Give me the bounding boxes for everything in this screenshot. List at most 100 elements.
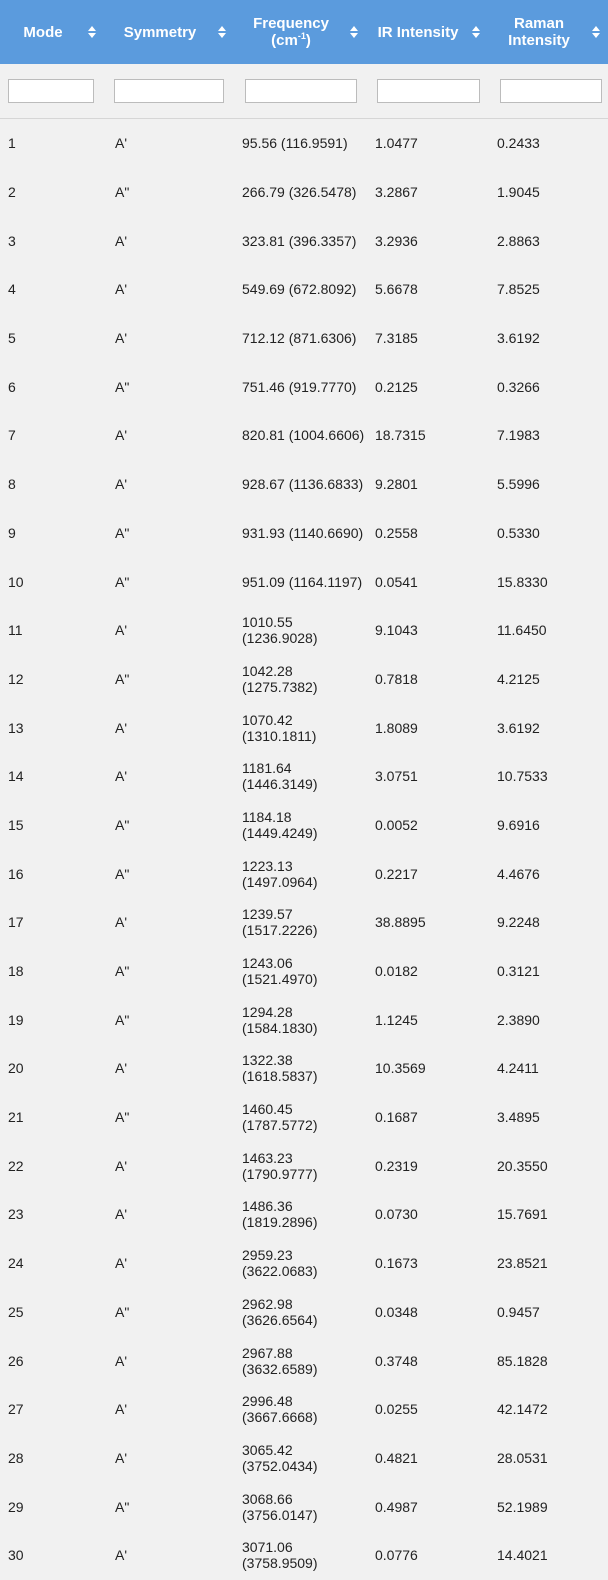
raman-intensity-cell: 1.9045	[497, 184, 540, 201]
ir-intensity-cell: 0.7818	[375, 670, 418, 687]
symmetry-cell: A"	[115, 865, 130, 882]
table-row: 10 A" 951.09 (1164.1197) 0.0541 15.8330	[0, 557, 608, 606]
frequency-cell: 266.79 (326.5478)	[242, 184, 357, 201]
sort-icon[interactable]	[218, 26, 226, 38]
sort-icon[interactable]	[592, 26, 600, 38]
symmetry-cell: A'	[115, 1352, 128, 1369]
filter-cell	[104, 64, 234, 118]
frequency-cell: 2962.98 (3626.6564)	[242, 1295, 318, 1328]
column-header-frequency[interactable]: Frequency (cm-1)	[234, 0, 366, 64]
ir-intensity-cell: 7.3185	[375, 330, 418, 347]
frequency-cell: 3068.66 (3756.0147)	[242, 1490, 318, 1523]
column-header-label: Mode	[23, 23, 63, 41]
column-header-symmetry[interactable]: Symmetry	[104, 0, 234, 64]
frequency-cell: 1070.42 (1310.1811)	[242, 711, 317, 744]
mode-cell: 26	[8, 1352, 24, 1369]
ir-intensity-cell: 0.0348	[375, 1303, 418, 1320]
raman-intensity-cell: 0.3121	[497, 963, 540, 980]
frequency-cell: 1239.57 (1517.2226)	[242, 906, 318, 939]
symmetry-cell: A"	[115, 1303, 130, 1320]
filter-input-frequency[interactable]	[245, 79, 357, 103]
column-header-raman-intensity[interactable]: Raman Intensity	[488, 0, 608, 64]
raman-intensity-cell: 2.8863	[497, 232, 540, 249]
table-row: 19 A" 1294.28 (1584.1830) 1.1245 2.3890	[0, 995, 608, 1044]
filter-input-raman-intensity[interactable]	[500, 79, 602, 103]
mode-cell: 19	[8, 1011, 24, 1028]
mode-cell: 30	[8, 1547, 24, 1564]
mode-cell: 9	[8, 524, 16, 541]
frequency-cell: 751.46 (919.7770)	[242, 378, 357, 395]
mode-cell: 5	[8, 330, 16, 347]
raman-intensity-cell: 14.4021	[497, 1547, 548, 1564]
filter-row	[0, 64, 608, 119]
symmetry-cell: A"	[115, 816, 130, 833]
symmetry-cell: A'	[115, 1206, 128, 1223]
ir-intensity-cell: 0.2558	[375, 524, 418, 541]
ir-intensity-cell: 0.0776	[375, 1547, 418, 1564]
table-row: 13 A' 1070.42 (1310.1811) 1.8089 3.6192	[0, 703, 608, 752]
mode-cell: 25	[8, 1303, 24, 1320]
raman-intensity-cell: 15.8330	[497, 573, 548, 590]
mode-cell: 1	[8, 135, 16, 152]
filter-cell	[0, 64, 104, 118]
filter-input-ir-intensity[interactable]	[377, 79, 480, 103]
mode-cell: 21	[8, 1109, 24, 1126]
frequency-cell: 2996.48 (3667.6668)	[242, 1393, 318, 1426]
raman-intensity-cell: 3.4895	[497, 1109, 540, 1126]
ir-intensity-cell: 0.0052	[375, 816, 418, 833]
symmetry-cell: A'	[115, 427, 128, 444]
mode-cell: 3	[8, 232, 16, 249]
ir-intensity-cell: 0.0255	[375, 1401, 418, 1418]
table-row: 6 A" 751.46 (919.7770) 0.2125 0.3266	[0, 362, 608, 411]
symmetry-cell: A"	[115, 963, 130, 980]
table-row: 20 A' 1322.38 (1618.5837) 10.3569 4.2411	[0, 1044, 608, 1093]
mode-cell: 6	[8, 378, 16, 395]
raman-intensity-cell: 52.1989	[497, 1498, 548, 1515]
column-header-ir-intensity[interactable]: IR Intensity	[366, 0, 488, 64]
mode-cell: 12	[8, 670, 24, 687]
column-header-label: IR Intensity	[377, 23, 459, 41]
raman-intensity-cell: 2.3890	[497, 1011, 540, 1028]
ir-intensity-cell: 0.0541	[375, 573, 418, 590]
ir-intensity-cell: 5.6678	[375, 281, 418, 298]
mode-cell: 23	[8, 1206, 24, 1223]
table-row: 25 A" 2962.98 (3626.6564) 0.0348 0.9457	[0, 1288, 608, 1337]
mode-cell: 7	[8, 427, 16, 444]
table-row: 22 A' 1463.23 (1790.9777) 0.2319 20.3550	[0, 1141, 608, 1190]
symmetry-cell: A'	[115, 476, 128, 493]
raman-intensity-cell: 4.2411	[497, 1060, 539, 1077]
frequency-cell: 931.93 (1140.6690)	[242, 524, 364, 541]
table-row: 4 A' 549.69 (672.8092) 5.6678 7.8525	[0, 265, 608, 314]
sort-icon[interactable]	[350, 26, 358, 38]
frequency-cell: 1010.55 (1236.9028)	[242, 614, 318, 647]
table-row: 2 A" 266.79 (326.5478) 3.2867 1.9045	[0, 168, 608, 217]
symmetry-cell: A'	[115, 330, 128, 347]
symmetry-cell: A'	[115, 1449, 128, 1466]
column-header-mode[interactable]: Mode	[0, 0, 104, 64]
table-row: 27 A' 2996.48 (3667.6668) 0.0255 42.1472	[0, 1385, 608, 1434]
ir-intensity-cell: 38.8895	[375, 914, 426, 931]
symmetry-cell: A"	[115, 524, 130, 541]
symmetry-cell: A'	[115, 1547, 128, 1564]
raman-intensity-cell: 0.2433	[497, 135, 540, 152]
table-row: 29 A" 3068.66 (3756.0147) 0.4987 52.1989	[0, 1482, 608, 1531]
symmetry-cell: A"	[115, 573, 130, 590]
sort-icon[interactable]	[472, 26, 480, 38]
symmetry-cell: A"	[115, 1498, 130, 1515]
frequency-cell: 1322.38 (1618.5837)	[242, 1052, 318, 1085]
sort-icon[interactable]	[88, 26, 96, 38]
ir-intensity-cell: 0.2217	[375, 865, 418, 882]
filter-input-symmetry[interactable]	[114, 79, 224, 103]
table-row: 12 A" 1042.28 (1275.7382) 0.7818 4.2125	[0, 655, 608, 704]
raman-intensity-cell: 10.7533	[497, 768, 548, 785]
symmetry-cell: A'	[115, 914, 128, 931]
table-row: 17 A' 1239.57 (1517.2226) 38.8895 9.2248	[0, 898, 608, 947]
ir-intensity-cell: 18.7315	[375, 427, 426, 444]
mode-cell: 13	[8, 719, 24, 736]
ir-intensity-cell: 1.0477	[375, 135, 418, 152]
mode-cell: 15	[8, 816, 24, 833]
filter-cell	[234, 64, 366, 118]
frequency-cell: 1042.28 (1275.7382)	[242, 662, 318, 695]
table-row: 8 A' 928.67 (1136.6833) 9.2801 5.5996	[0, 460, 608, 509]
filter-input-mode[interactable]	[8, 79, 94, 103]
